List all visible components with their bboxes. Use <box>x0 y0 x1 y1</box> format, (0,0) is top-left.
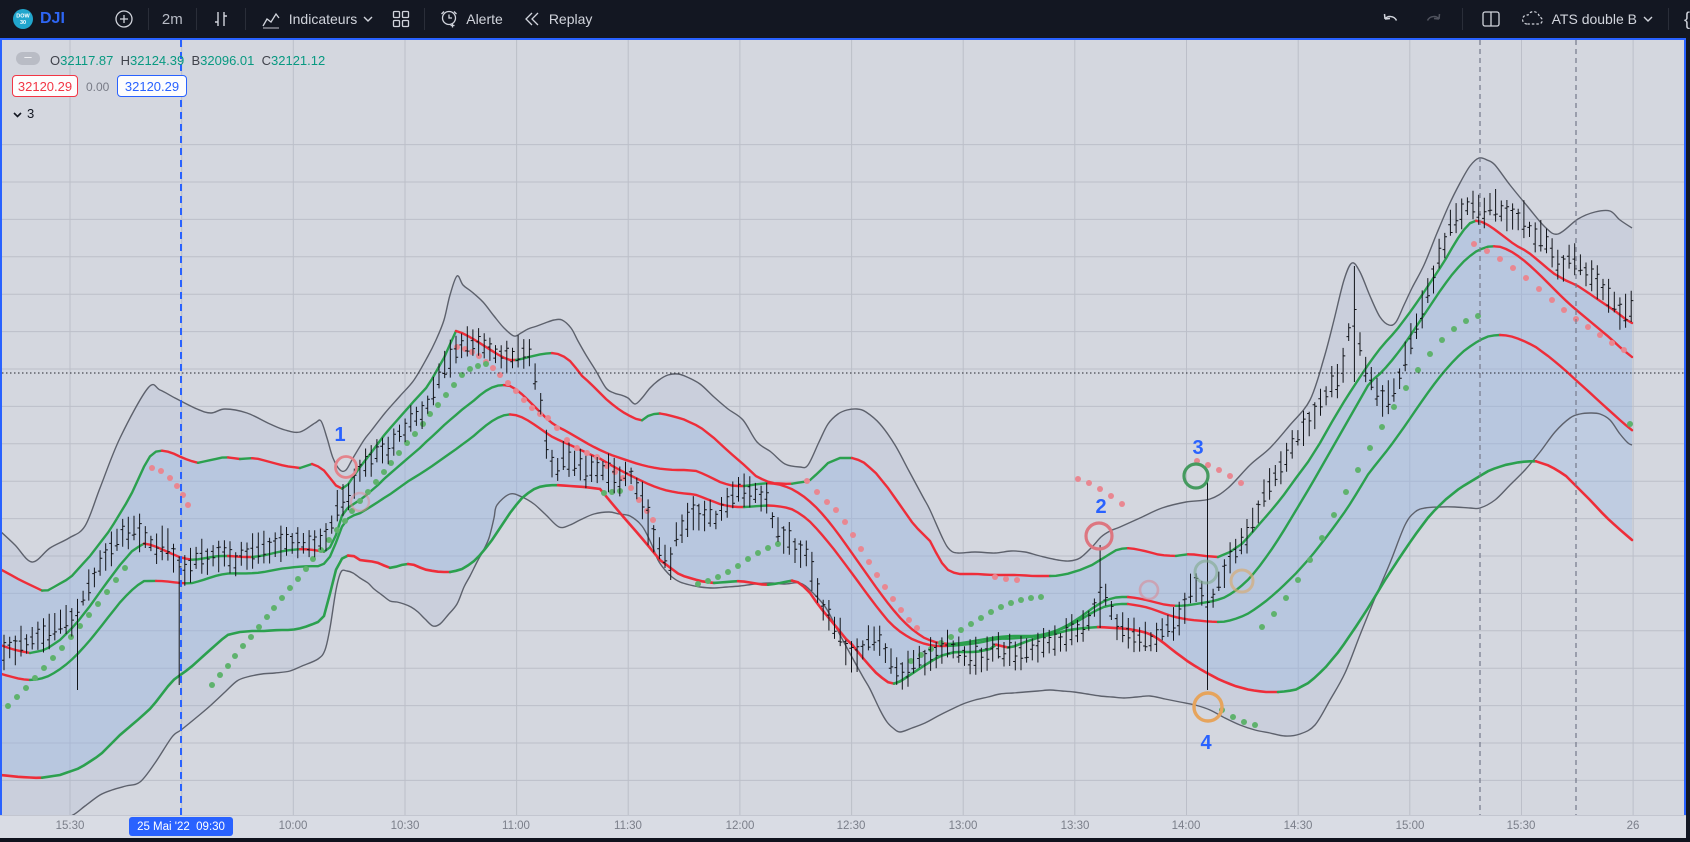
svg-text:1: 1 <box>334 424 345 446</box>
svg-text:30: 30 <box>20 20 26 26</box>
svg-text:3: 3 <box>1192 437 1203 459</box>
svg-text:4: 4 <box>1200 732 1212 754</box>
svg-text:2: 2 <box>1095 496 1106 518</box>
svg-text:DOW: DOW <box>16 14 30 20</box>
